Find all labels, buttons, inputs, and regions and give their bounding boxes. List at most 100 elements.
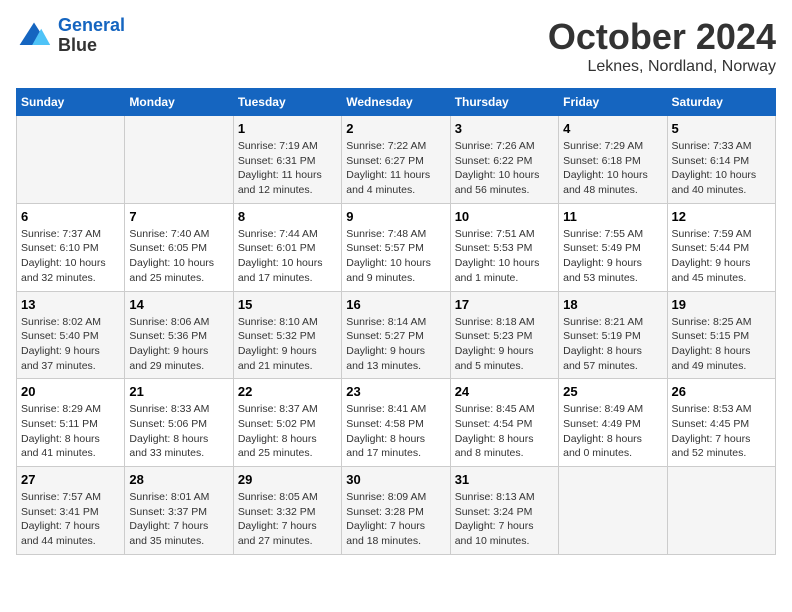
- day-number: 17: [455, 297, 554, 312]
- calendar-cell: 7 Sunrise: 7:40 AM Sunset: 6:05 PM Daylig…: [125, 203, 233, 291]
- calendar-cell: 25Sunrise: 8:49 AM Sunset: 4:49 PM Dayli…: [559, 379, 667, 467]
- day-number: 30: [346, 472, 445, 487]
- calendar-cell: 21 Sunrise: 8:33 AM Sunset: 5:06 PM Dayli…: [125, 379, 233, 467]
- calendar-cell: 15Sunrise: 8:10 AM Sunset: 5:32 PM Dayli…: [233, 291, 341, 379]
- calendar-cell: [667, 467, 775, 555]
- calendar-cell: 17 Sunrise: 8:18 AM Sunset: 5:23 PM Dayli…: [450, 291, 558, 379]
- calendar-table: SundayMondayTuesdayWednesdayThursdayFrid…: [16, 88, 776, 555]
- calendar-cell: 12Sunrise: 7:59 AM Sunset: 5:44 PM Dayli…: [667, 203, 775, 291]
- day-info: Sunrise: 8:53 AM Sunset: 4:45 PM Dayligh…: [672, 402, 771, 461]
- calendar-cell: 18 Sunrise: 8:21 AM Sunset: 5:19 PM Dayli…: [559, 291, 667, 379]
- calendar-cell: [125, 116, 233, 204]
- weekday-header-sunday: Sunday: [17, 89, 125, 116]
- calendar-week-row: 1 Sunrise: 7:19 AM Sunset: 6:31 PM Daylig…: [17, 116, 776, 204]
- day-info: Sunrise: 8:05 AM Sunset: 3:32 PM Dayligh…: [238, 490, 337, 549]
- calendar-cell: 29 Sunrise: 8:05 AM Sunset: 3:32 PM Dayli…: [233, 467, 341, 555]
- day-info: Sunrise: 7:26 AM Sunset: 6:22 PM Dayligh…: [455, 139, 554, 198]
- day-number: 3: [455, 121, 554, 136]
- logo: General Blue: [16, 16, 125, 56]
- weekday-header-tuesday: Tuesday: [233, 89, 341, 116]
- day-number: 19: [672, 297, 771, 312]
- day-number: 10: [455, 209, 554, 224]
- day-number: 28: [129, 472, 228, 487]
- day-number: 1: [238, 121, 337, 136]
- day-info: Sunrise: 8:29 AM Sunset: 5:11 PM Dayligh…: [21, 402, 120, 461]
- calendar-cell: 23 Sunrise: 8:41 AM Sunset: 4:58 PM Dayli…: [342, 379, 450, 467]
- day-info: Sunrise: 8:49 AM Sunset: 4:49 PM Dayligh…: [563, 402, 662, 461]
- day-info: Sunrise: 8:09 AM Sunset: 3:28 PM Dayligh…: [346, 490, 445, 549]
- weekday-header-saturday: Saturday: [667, 89, 775, 116]
- calendar-cell: 26 Sunrise: 8:53 AM Sunset: 4:45 PM Dayli…: [667, 379, 775, 467]
- day-number: 18: [563, 297, 662, 312]
- calendar-cell: 14 Sunrise: 8:06 AM Sunset: 5:36 PM Dayli…: [125, 291, 233, 379]
- day-number: 7: [129, 209, 228, 224]
- calendar-cell: [559, 467, 667, 555]
- day-info: Sunrise: 7:29 AM Sunset: 6:18 PM Dayligh…: [563, 139, 662, 198]
- day-number: 13: [21, 297, 120, 312]
- calendar-cell: 20 Sunrise: 8:29 AM Sunset: 5:11 PM Dayli…: [17, 379, 125, 467]
- calendar-cell: 13 Sunrise: 8:02 AM Sunset: 5:40 PM Dayli…: [17, 291, 125, 379]
- day-number: 15: [238, 297, 337, 312]
- calendar-cell: 11 Sunrise: 7:55 AM Sunset: 5:49 PM Dayli…: [559, 203, 667, 291]
- calendar-cell: [17, 116, 125, 204]
- calendar-cell: 10 Sunrise: 7:51 AM Sunset: 5:53 PM Dayli…: [450, 203, 558, 291]
- day-number: 14: [129, 297, 228, 312]
- day-info: Sunrise: 7:19 AM Sunset: 6:31 PM Dayligh…: [238, 139, 337, 198]
- weekday-header-friday: Friday: [559, 89, 667, 116]
- day-info: Sunrise: 7:40 AM Sunset: 6:05 PM Dayligh…: [129, 227, 228, 286]
- day-info: Sunrise: 8:14 AM Sunset: 5:27 PM Dayligh…: [346, 315, 445, 374]
- calendar-week-row: 6 Sunrise: 7:37 AM Sunset: 6:10 PM Daylig…: [17, 203, 776, 291]
- day-number: 29: [238, 472, 337, 487]
- day-info: Sunrise: 8:18 AM Sunset: 5:23 PM Dayligh…: [455, 315, 554, 374]
- day-info: Sunrise: 8:01 AM Sunset: 3:37 PM Dayligh…: [129, 490, 228, 549]
- day-info: Sunrise: 8:06 AM Sunset: 5:36 PM Dayligh…: [129, 315, 228, 374]
- day-info: Sunrise: 8:02 AM Sunset: 5:40 PM Dayligh…: [21, 315, 120, 374]
- day-info: Sunrise: 8:33 AM Sunset: 5:06 PM Dayligh…: [129, 402, 228, 461]
- calendar-cell: 28 Sunrise: 8:01 AM Sunset: 3:37 PM Dayli…: [125, 467, 233, 555]
- day-info: Sunrise: 7:55 AM Sunset: 5:49 PM Dayligh…: [563, 227, 662, 286]
- day-info: Sunrise: 7:51 AM Sunset: 5:53 PM Dayligh…: [455, 227, 554, 286]
- day-info: Sunrise: 8:21 AM Sunset: 5:19 PM Dayligh…: [563, 315, 662, 374]
- month-title: October 2024: [548, 16, 776, 58]
- day-info: Sunrise: 8:45 AM Sunset: 4:54 PM Dayligh…: [455, 402, 554, 461]
- day-info: Sunrise: 8:41 AM Sunset: 4:58 PM Dayligh…: [346, 402, 445, 461]
- day-number: 27: [21, 472, 120, 487]
- weekday-header-thursday: Thursday: [450, 89, 558, 116]
- logo-line2: Blue: [58, 36, 125, 56]
- day-number: 22: [238, 384, 337, 399]
- page-header: General Blue October 2024 Leknes, Nordla…: [16, 16, 776, 76]
- calendar-cell: 1 Sunrise: 7:19 AM Sunset: 6:31 PM Daylig…: [233, 116, 341, 204]
- day-info: Sunrise: 7:59 AM Sunset: 5:44 PM Dayligh…: [672, 227, 771, 286]
- calendar-cell: 31Sunrise: 8:13 AM Sunset: 3:24 PM Dayli…: [450, 467, 558, 555]
- calendar-cell: 24Sunrise: 8:45 AM Sunset: 4:54 PM Dayli…: [450, 379, 558, 467]
- day-number: 23: [346, 384, 445, 399]
- day-info: Sunrise: 7:22 AM Sunset: 6:27 PM Dayligh…: [346, 139, 445, 198]
- day-number: 11: [563, 209, 662, 224]
- calendar-cell: 4 Sunrise: 7:29 AM Sunset: 6:18 PM Daylig…: [559, 116, 667, 204]
- logo-text: General Blue: [58, 16, 125, 56]
- calendar-cell: 3 Sunrise: 7:26 AM Sunset: 6:22 PM Daylig…: [450, 116, 558, 204]
- day-info: Sunrise: 7:57 AM Sunset: 3:41 PM Dayligh…: [21, 490, 120, 549]
- calendar-cell: 22Sunrise: 8:37 AM Sunset: 5:02 PM Dayli…: [233, 379, 341, 467]
- calendar-cell: 5Sunrise: 7:33 AM Sunset: 6:14 PM Daylig…: [667, 116, 775, 204]
- calendar-cell: 6 Sunrise: 7:37 AM Sunset: 6:10 PM Daylig…: [17, 203, 125, 291]
- weekday-header-row: SundayMondayTuesdayWednesdayThursdayFrid…: [17, 89, 776, 116]
- day-info: Sunrise: 7:48 AM Sunset: 5:57 PM Dayligh…: [346, 227, 445, 286]
- day-number: 20: [21, 384, 120, 399]
- title-section: October 2024 Leknes, Nordland, Norway: [548, 16, 776, 76]
- day-number: 8: [238, 209, 337, 224]
- calendar-week-row: 20 Sunrise: 8:29 AM Sunset: 5:11 PM Dayli…: [17, 379, 776, 467]
- day-number: 31: [455, 472, 554, 487]
- day-number: 21: [129, 384, 228, 399]
- day-number: 26: [672, 384, 771, 399]
- day-number: 4: [563, 121, 662, 136]
- day-info: Sunrise: 8:25 AM Sunset: 5:15 PM Dayligh…: [672, 315, 771, 374]
- calendar-cell: 2Sunrise: 7:22 AM Sunset: 6:27 PM Daylig…: [342, 116, 450, 204]
- day-number: 6: [21, 209, 120, 224]
- day-info: Sunrise: 7:37 AM Sunset: 6:10 PM Dayligh…: [21, 227, 120, 286]
- day-number: 9: [346, 209, 445, 224]
- calendar-cell: 9 Sunrise: 7:48 AM Sunset: 5:57 PM Daylig…: [342, 203, 450, 291]
- day-info: Sunrise: 7:33 AM Sunset: 6:14 PM Dayligh…: [672, 139, 771, 198]
- day-info: Sunrise: 7:44 AM Sunset: 6:01 PM Dayligh…: [238, 227, 337, 286]
- calendar-cell: 16Sunrise: 8:14 AM Sunset: 5:27 PM Dayli…: [342, 291, 450, 379]
